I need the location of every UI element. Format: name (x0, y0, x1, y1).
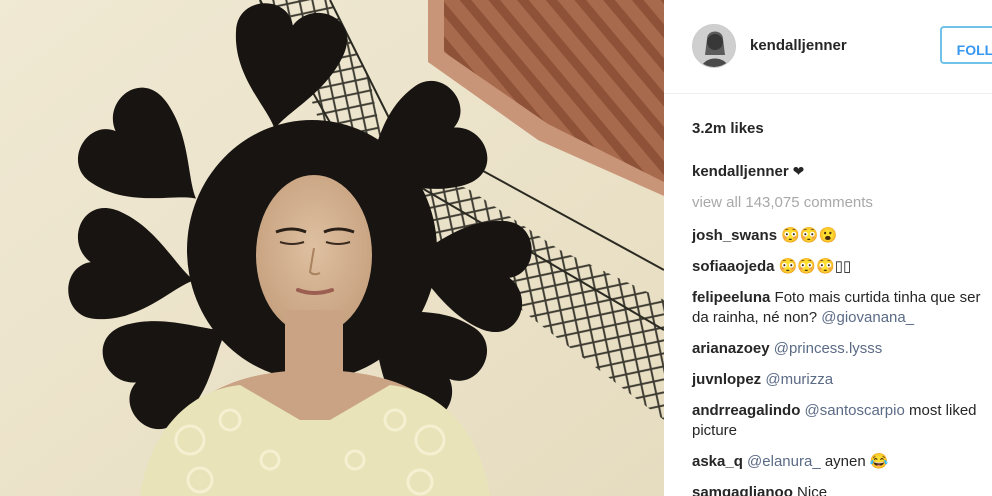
comment-item: aska_q @elanura_ aynen 😂 (692, 452, 984, 472)
comment-item: sofiaaojeda 😳😳😳▯▯ (692, 257, 984, 277)
comment-item: arianazoey @princess.lysss (692, 339, 984, 359)
comment-username[interactable]: felipeeluna (692, 289, 770, 306)
comment-text: Nice (792, 484, 828, 496)
username-link[interactable]: kendalljenner (750, 37, 847, 54)
comment-username[interactable]: josh_swans (692, 227, 777, 244)
comment-mention[interactable]: @elanura_ (747, 453, 821, 470)
post-image (0, 0, 664, 496)
post-details-panel: kendalljenner FOLLOW 3.2m likes kendallj… (664, 0, 992, 496)
comment-username[interactable]: arianazoey (692, 340, 770, 357)
comment-username[interactable]: juvnlopez (692, 371, 761, 388)
comment-item: juvnlopez @murizza (692, 370, 984, 390)
comment-list: josh_swans 😳😳😮 sofiaaojeda 😳😳😳▯▯ felipee… (692, 226, 992, 496)
follow-button[interactable]: FOLLOW (940, 26, 992, 64)
caption: kendalljenner ❤ (692, 163, 804, 180)
avatar[interactable] (692, 24, 736, 68)
view-all-comments-link[interactable]: view all 143,075 comments (692, 194, 873, 211)
comment-mention[interactable]: @giovanana_ (821, 309, 914, 326)
profile-photo-icon (693, 25, 735, 67)
comment-text: 😳😳😮 (777, 227, 838, 244)
comment-username[interactable]: samgaglianoo (692, 484, 793, 496)
black-heart-icon: ❤ (788, 163, 805, 179)
comment-item: andrreagalindo @santoscarpio most liked … (692, 401, 984, 441)
caption-username[interactable]: kendalljenner (692, 163, 789, 180)
comment-text: 😳😳😳▯▯ (774, 258, 852, 275)
post-photo[interactable] (0, 0, 664, 496)
comment-mention[interactable]: @santoscarpio (805, 402, 905, 419)
comment-username[interactable]: aska_q (692, 453, 743, 470)
comment-item: samgaglianoo Nice (692, 483, 984, 496)
comment-item: felipeeluna Foto mais curtida tinha que … (692, 288, 984, 328)
comment-username[interactable]: andrreagalindo (692, 402, 800, 419)
comment-mention[interactable]: @murizza (765, 371, 833, 388)
comment-username[interactable]: sofiaaojeda (692, 258, 775, 275)
post-header: kendalljenner FOLLOW (664, 0, 992, 94)
comment-text-after: aynen 😂 (820, 453, 889, 470)
comment-mention[interactable]: @princess.lysss (774, 340, 883, 357)
likes-count[interactable]: 3.2m likes (692, 120, 764, 137)
comment-item: josh_swans 😳😳😮 (692, 226, 984, 246)
